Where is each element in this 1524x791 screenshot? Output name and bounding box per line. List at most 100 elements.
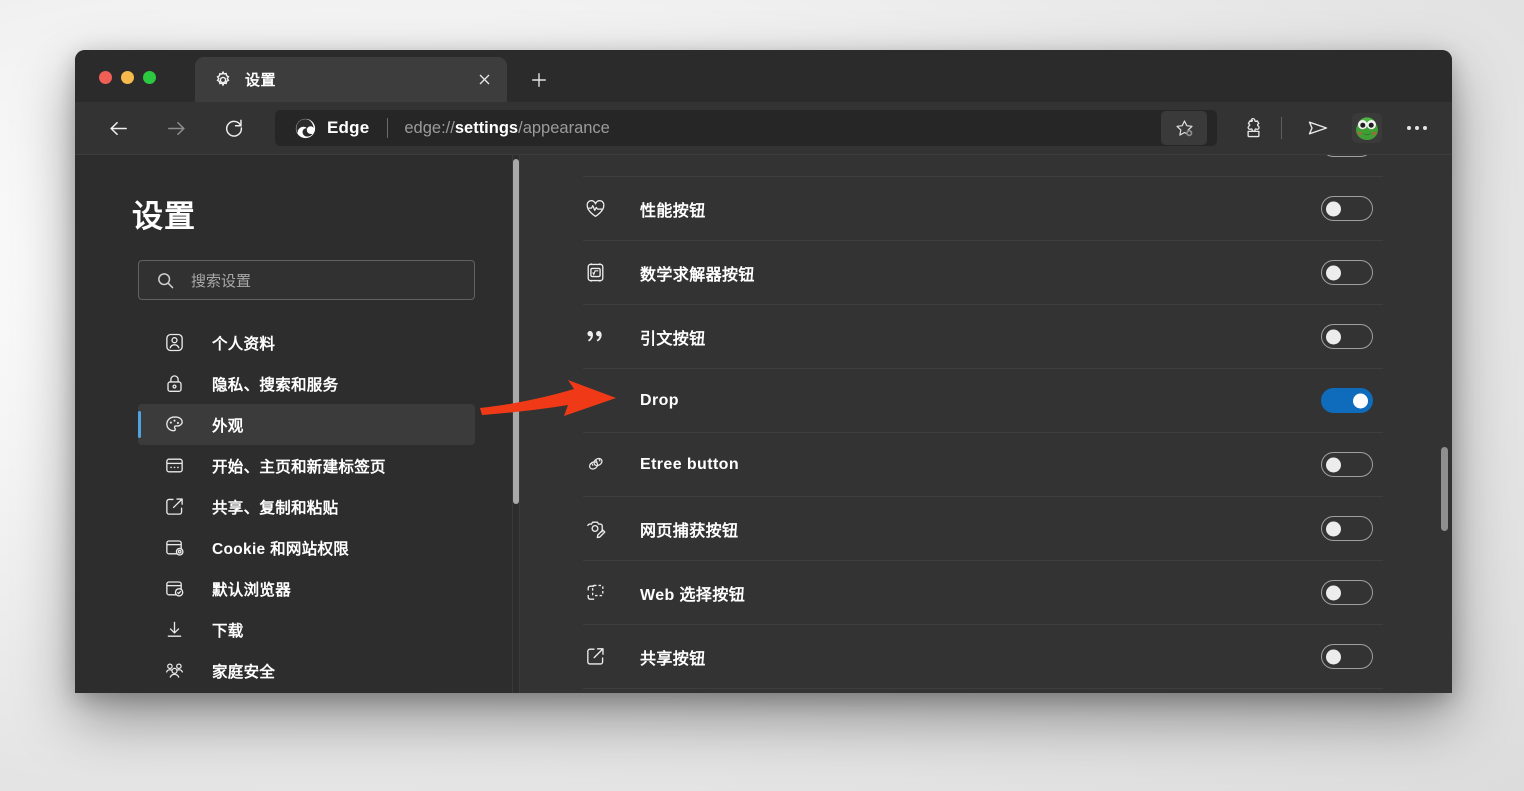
sidebar-item-label: 开始、主页和新建标签页 [212,458,386,476]
table-row[interactable]: 数学求解器按钮 [583,241,1383,305]
row-toggle[interactable] [1321,516,1373,541]
share-icon [583,645,607,669]
browser-toolbar: Edge edge://settings/appearance [75,102,1452,155]
row-label: 网页捕获按钮 [640,522,739,540]
sidebar-item-label: 外观 [212,417,244,435]
sidebar-item-label: 默认浏览器 [212,581,292,599]
tab-strip: 设置 [75,50,1452,102]
sidebar-item-default-browser[interactable]: 默认浏览器 [138,568,475,609]
etree-icon [583,453,607,477]
web-select-icon [583,581,607,605]
close-tab-button[interactable] [471,67,497,93]
row-toggle[interactable] [1321,196,1373,221]
row-label: Web 选择按钮 [640,586,746,604]
drop-send-icon[interactable] [1300,111,1336,145]
url-bold-segment: settings [454,118,519,137]
page-title: 设置 [132,199,196,234]
tab-title: 设置 [245,72,277,89]
sidebar-item-share-copy-paste[interactable]: 共享、复制和粘贴 [138,486,475,527]
settings-sidebar: 设置 搜索设置 个人资料 隐私、搜索和服务 外观 开始、主页和新建标签页 共享、… [75,155,519,693]
sidebar-item-downloads[interactable]: 下载 [138,609,475,650]
close-window-button[interactable] [99,71,112,84]
brand-name: Edge [327,118,370,137]
search-placeholder: 搜索设置 [191,272,252,290]
lock-icon [164,373,185,394]
gear-icon [213,70,233,90]
sidebar-item-privacy-search-services[interactable]: 隐私、搜索和服务 [138,363,475,404]
more-options-ellipsis-icon[interactable] [1400,111,1434,145]
appearance-settings-content: 性能按钮 数学求解器按钮 引文按钮 Drop Etree button 网页捕获… [519,155,1452,693]
table-row[interactable]: 性能按钮 [583,177,1383,241]
citation-quote-icon [583,325,607,349]
table-row[interactable] [583,155,1383,177]
window-traffic-lights [99,71,156,84]
family-safety-icon [164,660,185,681]
settings-page: 设置 搜索设置 个人资料 隐私、搜索和服务 外观 开始、主页和新建标签页 共享、… [75,155,1452,693]
row-label: Etree button [640,455,740,473]
row-toggle[interactable] [1321,155,1373,157]
row-toggle[interactable] [1321,580,1373,605]
row-label: 共享按钮 [640,650,706,668]
reload-button[interactable] [217,111,251,145]
drop-send-icon [583,389,607,413]
url-prefix: edge:// [404,118,455,137]
table-row-drop[interactable]: Drop [583,369,1383,433]
web-capture-camera-icon [583,517,607,541]
table-row[interactable]: 共享按钮 [583,625,1383,689]
palette-icon [164,414,185,435]
edge-logo-icon [295,118,316,139]
back-button[interactable] [101,111,135,145]
sidebar-item-appearance[interactable]: 外观 [138,404,475,445]
row-label: 数学求解器按钮 [640,266,755,284]
sidebar-item-family-safety[interactable]: 家庭安全 [138,650,475,691]
profile-avatar[interactable] [1352,113,1382,143]
sidebar-item-start-home-newtab[interactable]: 开始、主页和新建标签页 [138,445,475,486]
performance-icon [583,197,607,221]
tab-settings[interactable]: 设置 [195,57,507,102]
sidebar-item-label: 个人资料 [212,335,276,353]
sidebar-item-label: 隐私、搜索和服务 [212,376,339,394]
table-row[interactable]: 引文按钮 [583,305,1383,369]
sidebar-item-profile[interactable]: 个人资料 [138,322,475,363]
partial-row-icon [583,155,607,157]
url-text: edge://settings/appearance [404,119,1155,138]
default-browser-icon [164,578,185,599]
row-toggle[interactable] [1321,644,1373,669]
toolbar-divider [1281,117,1282,139]
omnibox-divider [387,118,389,138]
browser-window: 设置 Edge edge://settings/appearance 设置 搜索… [75,50,1452,693]
home-page-icon [164,455,185,476]
table-row[interactable]: Web 选择按钮 [583,561,1383,625]
sidebar-item-label: 下载 [212,622,244,640]
row-toggle[interactable] [1321,452,1373,477]
sidebar-item-label: 共享、复制和粘贴 [212,499,339,517]
content-scrollbar-track[interactable] [1438,155,1452,693]
download-icon [164,619,185,640]
share-copy-icon [164,496,185,517]
table-row[interactable]: Etree button [583,433,1383,497]
row-toggle[interactable] [1321,324,1373,349]
math-solver-icon [583,261,607,285]
sidebar-nav-list: 个人资料 隐私、搜索和服务 外观 开始、主页和新建标签页 共享、复制和粘贴 Co… [75,322,519,691]
row-label: 性能按钮 [640,202,706,220]
row-label: 引文按钮 [640,330,706,348]
row-toggle[interactable] [1321,388,1373,413]
address-bar[interactable]: Edge edge://settings/appearance [275,110,1217,146]
sidebar-item-label: Cookie 和网站权限 [212,540,350,558]
row-label: Drop [640,391,679,409]
add-favorite-button[interactable] [1161,111,1207,145]
toolbar-buttons-list: 性能按钮 数学求解器按钮 引文按钮 Drop Etree button 网页捕获… [583,155,1452,689]
new-tab-button[interactable] [525,66,553,94]
profile-icon [164,332,185,353]
maximize-window-button[interactable] [143,71,156,84]
ellipsis-dots [1407,126,1427,130]
minimize-window-button[interactable] [121,71,134,84]
forward-button[interactable] [159,111,193,145]
url-suffix: /appearance [518,118,610,137]
row-toggle[interactable] [1321,260,1373,285]
extensions-puzzle-icon[interactable] [1235,111,1271,145]
content-scrollbar-thumb[interactable] [1441,447,1448,531]
table-row[interactable]: 网页捕获按钮 [583,497,1383,561]
sidebar-item-cookies-site-permissions[interactable]: Cookie 和网站权限 [138,527,475,568]
search-settings-input[interactable]: 搜索设置 [138,260,475,300]
